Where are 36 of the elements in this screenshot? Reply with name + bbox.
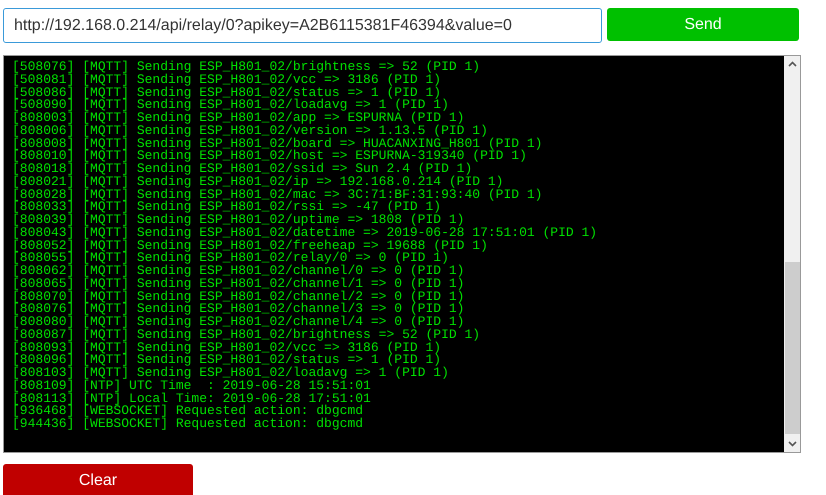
log-line: [808055] [MQTT] Sending ESP_H801_02/relay/0 => 0 (PID 1) [12, 252, 449, 265]
log-line: [808096] [MQTT] Sending ESP_H801_02/status => 1 (PID 1) [12, 354, 442, 367]
console-panel[interactable] [3, 55, 801, 453]
log-line: [808021] [MQTT] Sending ESP_H801_02/ip => 192.168.0.214 (PID 1) [12, 176, 504, 188]
log-line: [808080] [MQTT] Sending ESP_H801_02/channel/4 => 0 (PID 1) [12, 316, 464, 329]
log-line: [808008] [MQTT] Sending ESP_H801_02/board => HUACANXING_H801 (PID 1) [12, 138, 542, 150]
log-line: [508090] [MQTT] Sending ESP_H801_02/loadavg => 1 (PID 1) [12, 99, 449, 112]
log-line: [808043] [MQTT] Sending ESP_H801_02/datetime => 2019-06-28 17:51:01 (PID 1) [12, 226, 598, 240]
log-line: [808010] [MQTT] Sending ESP_H801_02/host => ESPURNA-319340 (PID 1) [12, 150, 527, 163]
log-line: [808076] [MQTT] Sending ESP_H801_02/channel/3 => 0 (PID 1) [12, 303, 464, 316]
log-line: [944436] [WEBSOCKET] Requested action: dbgcmd [12, 418, 364, 431]
log-line: [808018] [MQTT] Sending ESP_H801_02/ssid => Sun 2.4 (PID 1) [12, 163, 472, 176]
log-line: [808003] [MQTT] Sending ESP_H801_02/app => ESPURNA (PID 1) [12, 112, 464, 125]
log-line: [808093] [MQTT] Sending ESP_H801_02/vcc => 3186 (PID 1) [12, 342, 442, 354]
log-line: [808087] [MQTT] Sending ESP_H801_02/brightness => 52 (PID 1) [12, 328, 480, 342]
log-line: [808006] [MQTT] Sending ESP_H801_02/version => 1.13.5 (PID 1) [12, 124, 488, 138]
log-line: [808062] [MQTT] Sending ESP_H801_02/channel/0 => 0 (PID 1) [12, 265, 464, 278]
log-line: [808039] [MQTT] Sending ESP_H801_02/uptime => 1808 (PID 1) [12, 214, 464, 227]
log-line: [808070] [MQTT] Sending ESP_H801_02/channel/2 => 0 (PID 1) [12, 290, 464, 304]
log-line: [508081] [MQTT] Sending ESP_H801_02/vcc => 3186 (PID 1) [12, 74, 442, 86]
clear-button[interactable]: Clear [3, 464, 193, 495]
log-line: [808033] [MQTT] Sending ESP_H801_02/rssi => -47 (PID 1) [12, 201, 442, 214]
log-line: [808113] [NTP] Local Time: 2019-06-28 17:51:01 [12, 392, 371, 406]
log-line: [808103] [MQTT] Sending ESP_H801_02/loadavg => 1 (PID 1) [12, 367, 449, 380]
log-line: [808028] [MQTT] Sending ESP_H801_02/mac => 3C:71:BF:31:93:40 (PID 1) [12, 188, 542, 202]
scroll-up-icon[interactable] [788, 61, 796, 67]
log-line: [508076] [MQTT] Sending ESP_H801_02/brightness => 52 (PID 1) [12, 61, 480, 74]
scrollbar[interactable] [784, 56, 800, 452]
log-line: [508086] [MQTT] Sending ESP_H801_02/status => 1 (PID 1) [12, 86, 442, 100]
scroll-down-icon[interactable] [788, 441, 796, 447]
command-field[interactable]: http://192.168.0.214/api/relay/0?apikey=A2B6115381F46394&value=0 [3, 8, 602, 43]
log-line: [808109] [NTP] UTC Time : 2019-06-28 15:51:01 [12, 380, 371, 392]
log-line: [808065] [MQTT] Sending ESP_H801_02/channel/1 => 0 (PID 1) [12, 278, 464, 290]
scrollbar-thumb[interactable] [784, 262, 800, 434]
log-line: [808052] [MQTT] Sending ESP_H801_02/freeheap => 19688 (PID 1) [12, 240, 488, 252]
log-line: [936468] [WEBSOCKET] Requested action: dbgcmd [12, 405, 364, 418]
